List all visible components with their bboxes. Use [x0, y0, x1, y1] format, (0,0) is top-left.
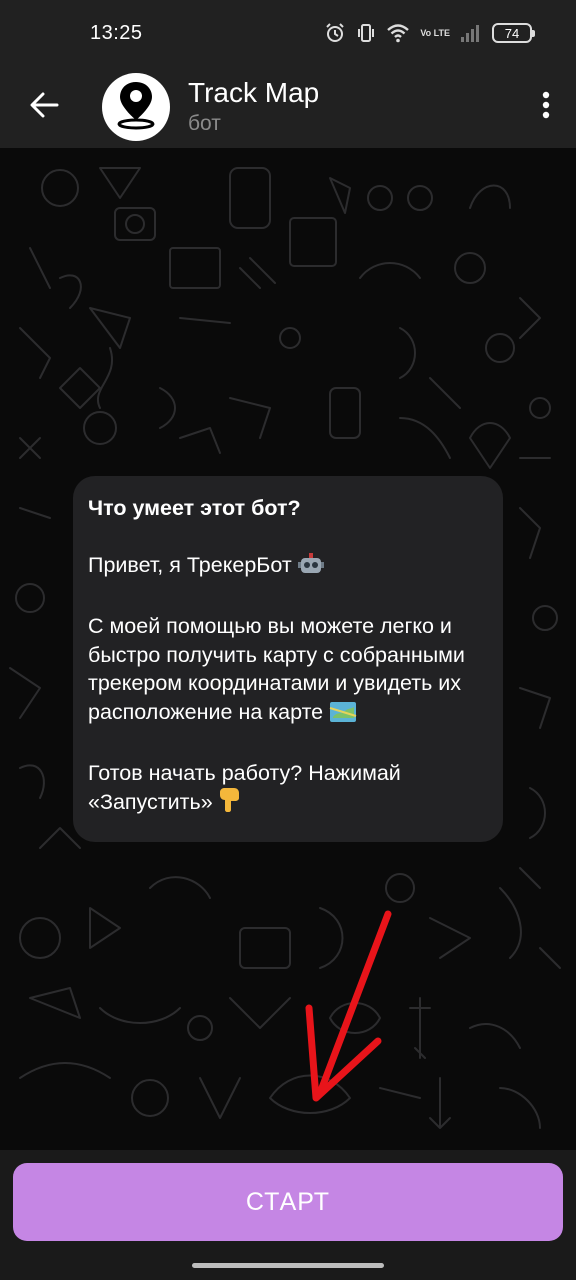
vibrate-icon	[356, 22, 376, 44]
alarm-icon	[324, 22, 346, 44]
status-icons: Vo LTE 74	[324, 22, 535, 44]
wifi-icon	[386, 23, 410, 43]
bottom-bar: СТАРТ	[0, 1150, 576, 1280]
chat-header: Track Map бот	[0, 66, 576, 148]
bot-avatar[interactable]	[102, 73, 170, 141]
annotation-arrow	[305, 910, 392, 1102]
map-pin-icon	[114, 80, 158, 135]
chat-area[interactable]: Что умеет этот бот? Привет, я ТрекерБот …	[0, 148, 576, 1150]
back-arrow-icon	[29, 92, 59, 123]
start-button[interactable]: СТАРТ	[13, 1163, 563, 1241]
back-button[interactable]	[0, 66, 88, 148]
home-indicator[interactable]	[192, 1263, 384, 1268]
more-menu-button[interactable]	[516, 66, 576, 148]
status-bar: 13:25 Vo LTE 74	[0, 0, 576, 66]
volte-icon: Vo LTE	[420, 27, 450, 38]
chat-title-block[interactable]: Track Map бот	[188, 76, 319, 138]
battery-icon: 74	[492, 23, 535, 43]
status-time: 13:25	[90, 21, 143, 44]
signal-icon	[460, 23, 482, 43]
chat-subtitle: бот	[188, 112, 221, 135]
more-vert-icon	[542, 91, 550, 124]
chat-title: Track Map	[188, 77, 320, 108]
